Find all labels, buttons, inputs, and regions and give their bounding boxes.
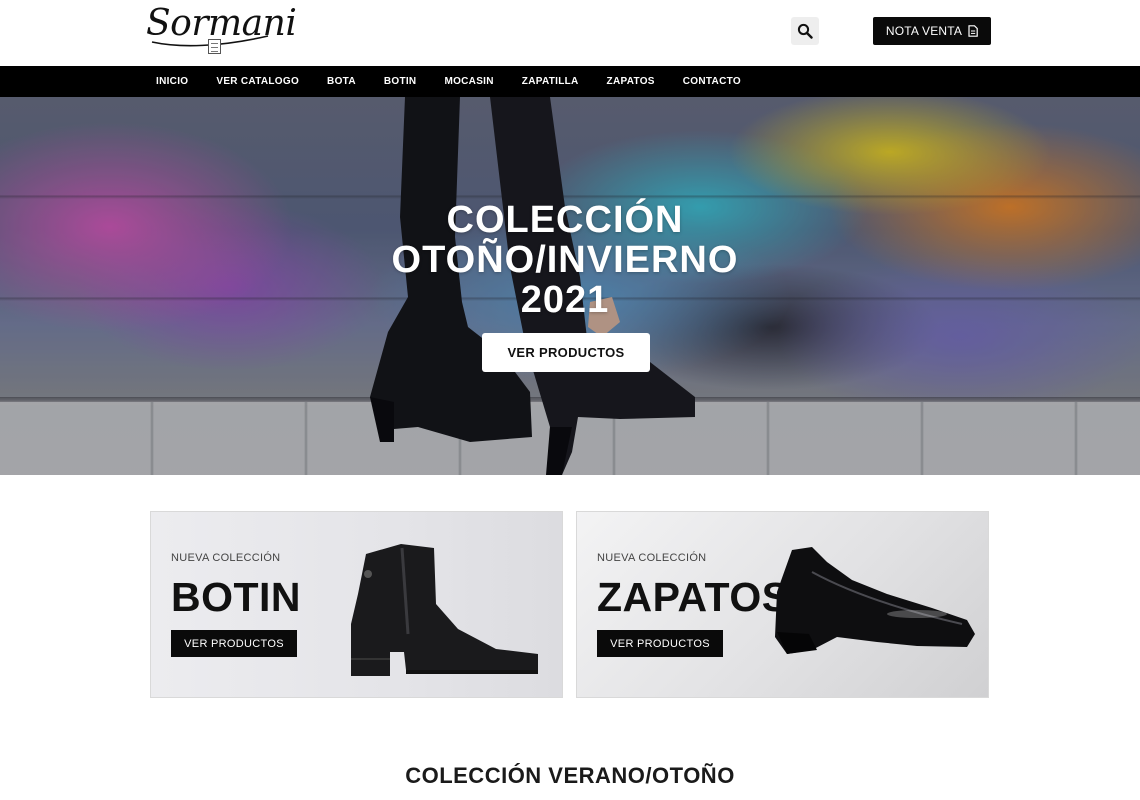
nav-item-zapatilla[interactable]: ZAPATILLA — [508, 66, 593, 97]
card-title: ZAPATOS — [597, 574, 790, 620]
nav-item-zapatos[interactable]: ZAPATOS — [593, 66, 669, 97]
nav-item-contacto[interactable]: CONTACTO — [669, 66, 755, 97]
site-header: Sormani NOTA VENTA — [0, 0, 1140, 66]
nav-item-mocasin[interactable]: MOCASIN — [430, 66, 507, 97]
hero-title: COLECCIÓN OTOÑO/INVIERNO 2021 — [330, 200, 800, 320]
hero-title-line-1: COLECCIÓN — [446, 199, 684, 241]
section-title: COLECCIÓN VERANO/OTOÑO — [405, 763, 735, 788]
botin-promo-card[interactable]: NUEVA COLECCIÓN BOTIN VER PRODUCTOS — [150, 511, 563, 698]
sormani-logo[interactable]: Sormani — [146, 4, 297, 56]
card-subtitle: NUEVA COLECCIÓN — [171, 552, 281, 564]
card-subtitle: NUEVA COLECCIÓN — [597, 552, 707, 564]
main-nav: INICIO VER CATALOGO BOTA BOTIN MOCASIN Z… — [0, 66, 1140, 97]
hero-title-line-3: 2021 — [520, 279, 610, 321]
hero-title-line-2: OTOÑO/INVIERNO — [391, 239, 739, 281]
zapatos-ver-productos-button[interactable]: VER PRODUCTOS — [597, 630, 723, 657]
logo-badge-icon — [208, 39, 221, 54]
nav-item-inicio[interactable]: INICIO — [142, 66, 202, 97]
wedge-shoe-image — [775, 547, 975, 654]
search-icon — [797, 23, 813, 39]
search-button[interactable] — [791, 17, 819, 45]
zapatos-promo-card[interactable]: NUEVA COLECCIÓN ZAPATOS VER PRODUCTOS — [576, 511, 989, 698]
nav-item-botin[interactable]: BOTIN — [370, 66, 431, 97]
hero-banner: COLECCIÓN OTOÑO/INVIERNO 2021 VER PRODUC… — [0, 97, 1140, 475]
hero-ver-productos-button[interactable]: VER PRODUCTOS — [482, 333, 650, 372]
document-icon — [968, 25, 978, 37]
ankle-boot-image — [351, 544, 538, 676]
nav-item-bota[interactable]: BOTA — [313, 66, 370, 97]
botin-ver-productos-button[interactable]: VER PRODUCTOS — [171, 630, 297, 657]
nav-item-ver-catalogo[interactable]: VER CATALOGO — [202, 66, 313, 97]
card-title: BOTIN — [171, 574, 302, 620]
nota-venta-button[interactable]: NOTA VENTA — [873, 17, 991, 45]
nota-venta-label: NOTA VENTA — [885, 24, 963, 38]
